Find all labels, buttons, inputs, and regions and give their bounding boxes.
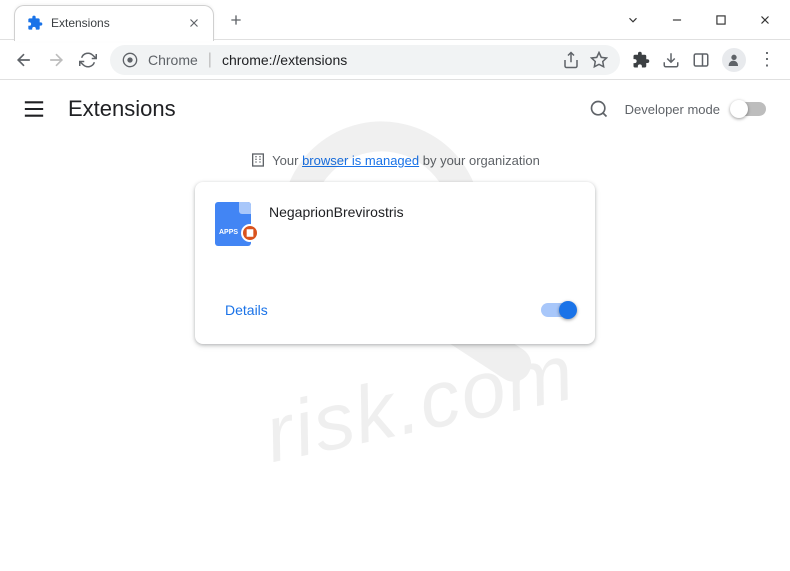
browser-tab[interactable]: Extensions	[14, 5, 214, 41]
window-close-icon[interactable]	[758, 13, 772, 27]
omnibox-url: chrome://extensions	[222, 52, 552, 68]
browser-toolbar: Chrome | chrome://extensions ⋮	[0, 40, 790, 80]
titlebar: Extensions	[0, 0, 790, 40]
extension-card: APPS NegaprionBrevirostris Details	[195, 182, 595, 344]
page-title: Extensions	[68, 96, 589, 122]
plus-icon	[228, 12, 244, 28]
download-icon[interactable]	[662, 51, 680, 69]
extensions-header: Extensions Developer mode	[0, 80, 790, 138]
search-icon[interactable]	[589, 99, 609, 119]
managed-text-post: by your organization	[419, 153, 540, 168]
arrow-right-icon	[46, 50, 66, 70]
extension-icon: APPS	[215, 202, 251, 238]
person-icon	[726, 52, 742, 68]
managed-banner: Your browser is managed by your organiza…	[0, 138, 790, 182]
managed-text-pre: Your	[272, 153, 302, 168]
chrome-menu-button[interactable]: ⋮	[758, 49, 776, 70]
managed-badge-icon	[241, 224, 259, 242]
chrome-icon	[122, 52, 138, 68]
tab-close-icon[interactable]	[187, 16, 201, 30]
back-button[interactable]	[14, 50, 34, 70]
omnibox-prefix: Chrome	[148, 52, 198, 68]
organization-icon	[250, 152, 266, 168]
tab-title: Extensions	[51, 16, 179, 30]
profile-avatar[interactable]	[722, 48, 746, 72]
extensions-puzzle-icon[interactable]	[632, 51, 650, 69]
developer-mode-toggle[interactable]	[732, 102, 766, 116]
managed-link[interactable]: browser is managed	[302, 153, 419, 168]
extensions-favicon-icon	[27, 15, 43, 31]
new-tab-button[interactable]	[222, 6, 250, 34]
window-maximize-icon[interactable]	[714, 13, 728, 27]
window-minimize-icon[interactable]	[670, 13, 684, 27]
details-button[interactable]: Details	[215, 296, 278, 324]
arrow-left-icon	[14, 50, 34, 70]
menu-icon[interactable]	[24, 101, 44, 117]
extension-name: NegaprionBrevirostris	[269, 202, 404, 272]
sidepanel-icon[interactable]	[692, 51, 710, 69]
forward-button[interactable]	[46, 50, 66, 70]
developer-mode-label: Developer mode	[625, 102, 720, 117]
omnibox[interactable]: Chrome | chrome://extensions	[110, 45, 620, 75]
reload-button[interactable]	[78, 50, 98, 70]
star-icon[interactable]	[590, 51, 608, 69]
share-icon[interactable]	[562, 51, 580, 69]
extension-enabled-toggle[interactable]	[541, 303, 575, 317]
window-dropdown-icon[interactable]	[626, 13, 640, 27]
reload-icon	[79, 51, 97, 69]
omnibox-separator: |	[208, 51, 212, 69]
